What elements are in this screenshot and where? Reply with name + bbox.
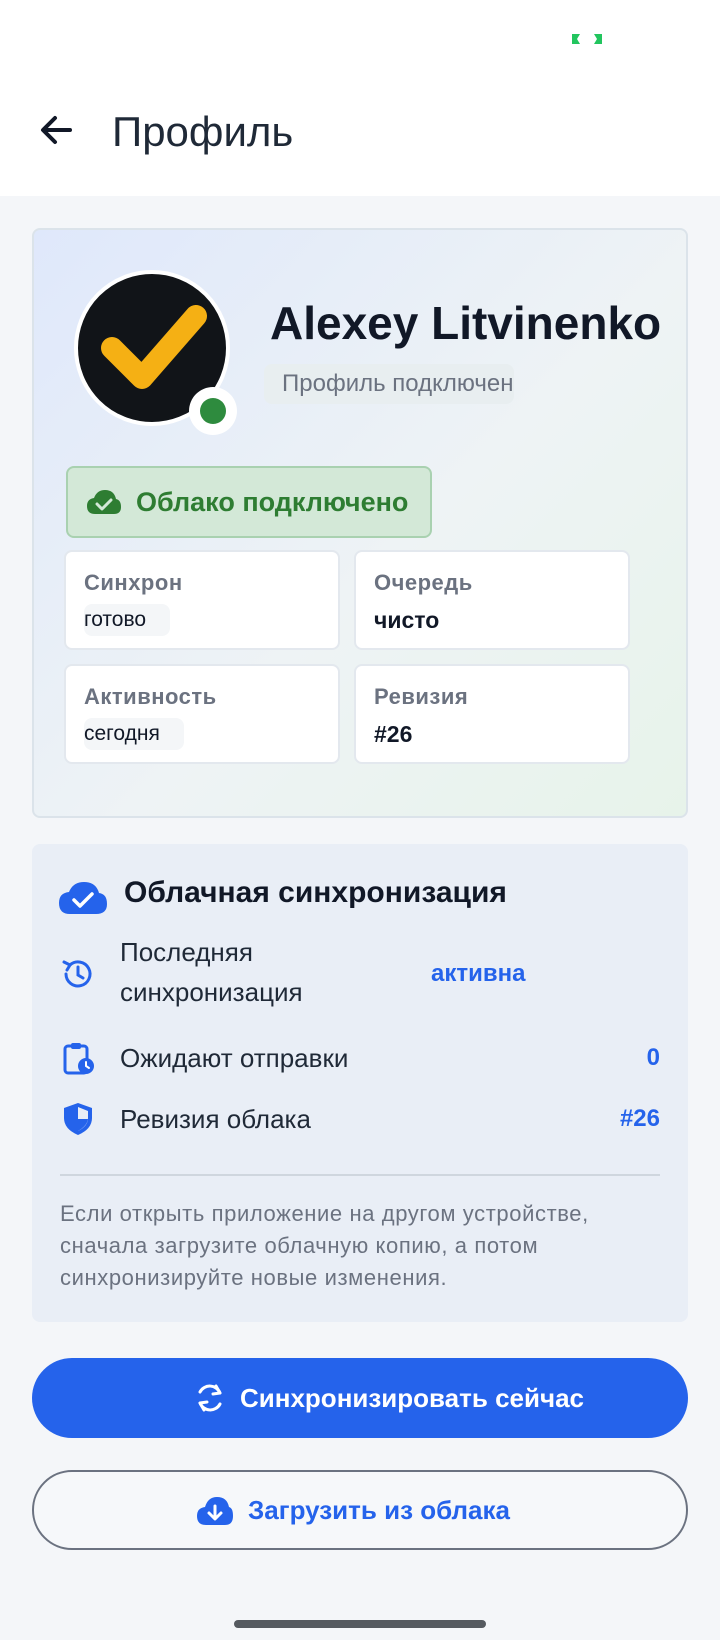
row-label: Ревизия облака <box>120 1104 311 1134</box>
shield-icon <box>64 1103 92 1135</box>
tile-value: готово <box>84 604 171 636</box>
tile-value: сегодня <box>84 718 184 750</box>
cloud-check-icon <box>59 882 107 914</box>
tile-value: чисто <box>374 607 440 633</box>
user-name: Alexey Litvinenko <box>270 297 662 349</box>
status-bar <box>0 0 720 80</box>
divider <box>60 1174 660 1176</box>
page-title: Профиль <box>112 108 294 155</box>
profile-card: Alexey Litvinenko Профиль подключен Обла… <box>32 228 688 818</box>
sync-now-label: Синхронизировать сейчас <box>240 1383 585 1413</box>
cloud-status-label: Облако подключено <box>136 487 409 517</box>
tile-label: Очередь <box>374 570 473 595</box>
cloud-check-icon <box>87 490 121 514</box>
clipboard-clock-icon <box>63 1043 94 1075</box>
sync-card-title: Облачная синхронизация <box>124 876 507 909</box>
activity-tile: Активность сегодня <box>64 664 340 764</box>
green-bracket-indicator-icon <box>572 34 602 44</box>
row-label: Ожидают отправки <box>120 1043 349 1073</box>
cloud-status-badge: Облако подключено <box>66 466 432 538</box>
tile-label: Активность <box>84 684 217 709</box>
sync-note: Если открыть приложение на другом устрой… <box>60 1201 589 1290</box>
arrow-left-icon[interactable] <box>36 110 76 150</box>
sync-icon <box>198 1384 222 1412</box>
sync-tile: Синхрон готово <box>64 550 340 650</box>
revision-tile: Ревизия #26 <box>354 664 630 764</box>
row-label: Последняя синхронизация <box>120 937 303 1007</box>
download-from-cloud-button[interactable]: Загрузить из облака <box>32 1470 688 1550</box>
download-label: Загрузить из облака <box>248 1495 510 1525</box>
row-value: 0 <box>646 1044 660 1071</box>
queue-tile: Очередь чисто <box>354 550 630 650</box>
sync-now-button[interactable]: Синхронизировать сейчас <box>32 1358 688 1438</box>
profile-status-badge: Профиль подключен <box>264 364 514 404</box>
app-bar <box>0 80 720 196</box>
tile-label: Ревизия <box>374 684 469 709</box>
history-clock-icon <box>62 960 92 988</box>
tile-label: Синхрон <box>84 570 183 595</box>
tile-value: #26 <box>374 721 413 747</box>
row-value: активна <box>431 960 526 987</box>
cloud-download-icon <box>197 1497 233 1525</box>
row-value: #26 <box>619 1105 660 1132</box>
green-dot-icon <box>189 387 237 435</box>
home-indicator[interactable] <box>234 1620 486 1628</box>
cloud-sync-card: Облачная синхронизация Последняя синхрон… <box>32 844 688 1322</box>
